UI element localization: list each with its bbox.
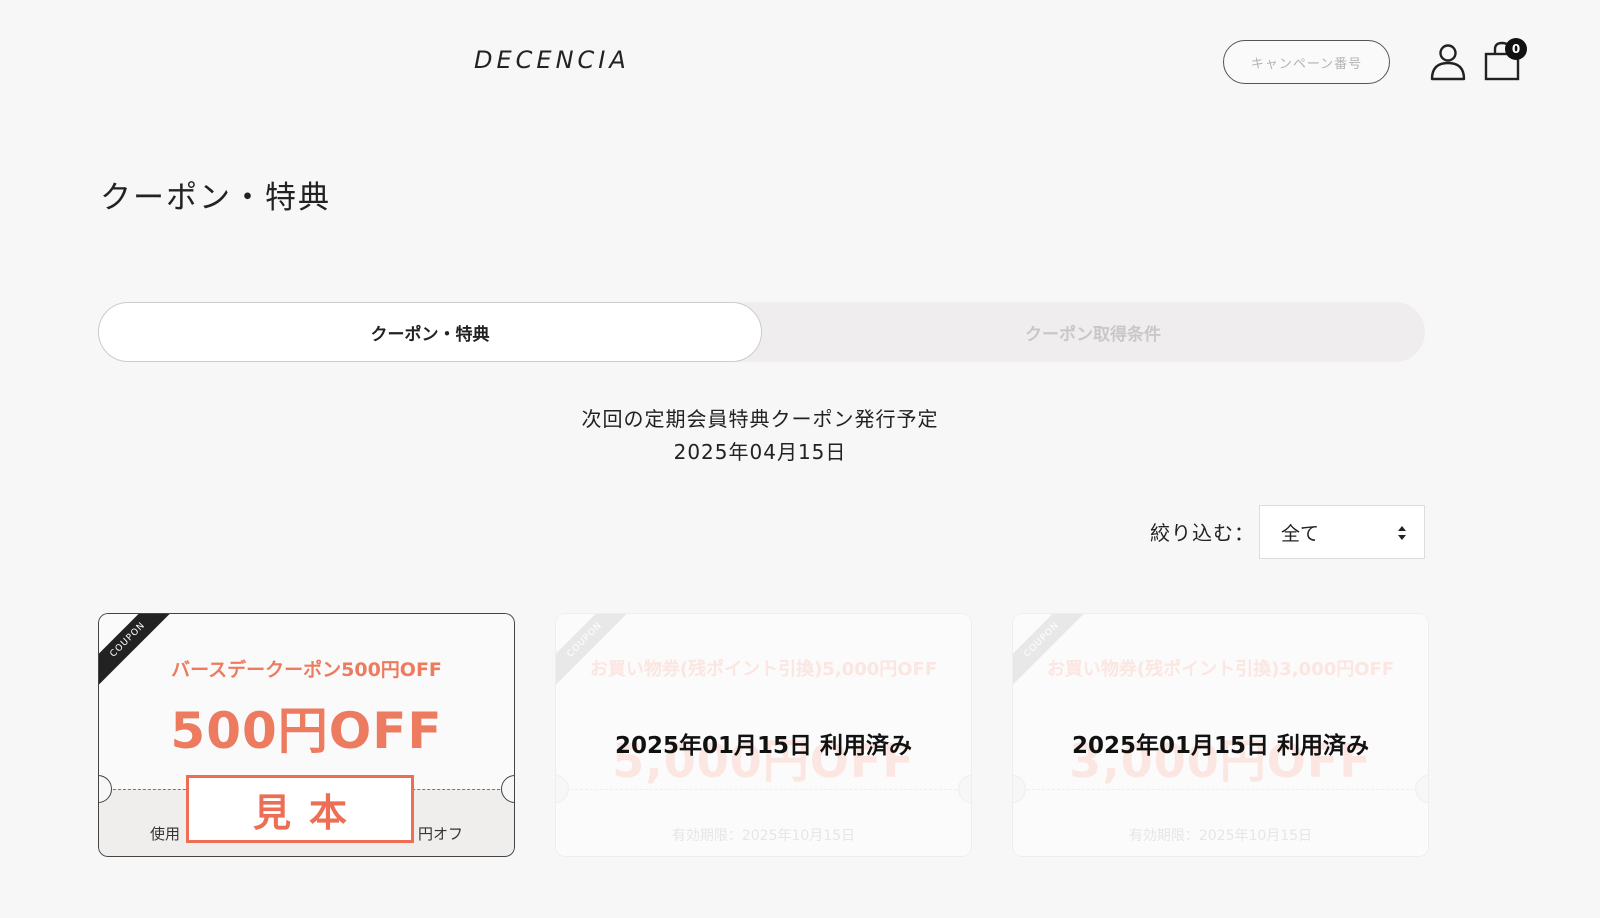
filter-select[interactable]: 全て (1259, 505, 1425, 559)
page-title: クーポン・特典 (100, 180, 331, 216)
coupon-card[interactable]: COUPON お買い物券(残ポイント引換)5,000円OFF 5,000円OFF… (555, 613, 972, 857)
site-logo[interactable]: DECENCIA (474, 46, 630, 74)
coupon-footer (555, 789, 972, 857)
tab-coupons[interactable]: クーポン・特典 (98, 302, 762, 362)
coupon-used-label: 2025年01月15日 利用済み (614, 733, 913, 759)
coupon-name: バースデークーポン500円OFF (171, 659, 442, 681)
site-header: DECENCIA キャンペーン番号 0 (0, 0, 1600, 125)
coupon-amount: 500円OFF (170, 702, 443, 760)
coupon-expiry: 有効期限：2025年10月15日 (1128, 828, 1313, 844)
campaign-number-button[interactable]: キャンペーン番号 (1223, 40, 1390, 84)
select-arrows-icon (1398, 526, 1406, 540)
tab-coupon-conditions[interactable]: クーポン取得条件 (761, 302, 1425, 362)
coupon-name: お買い物券(残ポイント引換)5,000円OFF (589, 659, 938, 680)
coupon-expiry: 有効期限：2025年10月15日 (671, 828, 856, 844)
cart-count-badge: 0 (1505, 38, 1527, 60)
filter-label: 絞り込む： (1150, 521, 1255, 545)
sample-stamp: 見本 (186, 775, 414, 843)
user-icon[interactable] (1428, 42, 1468, 82)
coupon-card[interactable]: COUPON お買い物券(残ポイント引換)3,000円OFF 3,000円OFF… (1012, 613, 1429, 857)
coupon-used-label: 2025年01月15日 利用済み (1071, 733, 1370, 759)
filter-selected-value: 全て (1281, 522, 1320, 545)
coupon-name: お買い物券(残ポイント引換)3,000円OFF (1046, 659, 1395, 680)
tab-bar: クーポン・特典 クーポン取得条件 (98, 302, 1425, 362)
coupon-footer (1012, 789, 1429, 857)
next-issue-date: 2025年04月15日 (673, 440, 847, 464)
next-issue-label: 次回の定期会員特典クーポン発行予定 (581, 407, 939, 431)
coupon-card[interactable]: COUPON バースデークーポン500円OFF 500円OFF 使用 円オフ 見… (98, 613, 515, 857)
